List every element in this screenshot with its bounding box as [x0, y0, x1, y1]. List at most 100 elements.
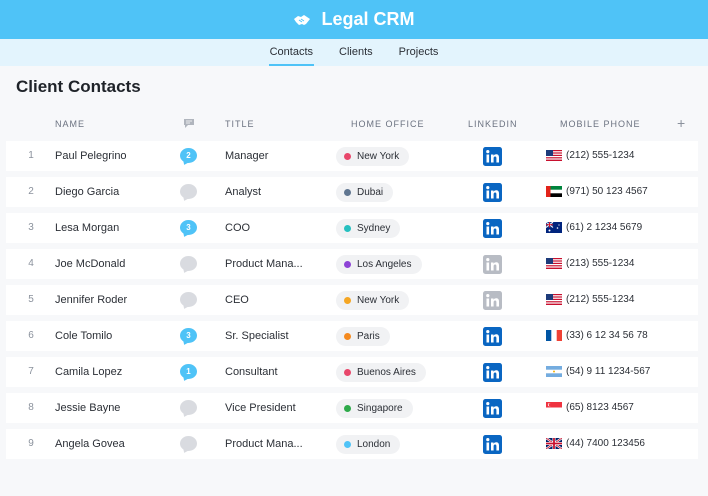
contact-title[interactable]: CEO: [225, 294, 249, 306]
phone-number: (971) 50 123 4567: [566, 186, 648, 197]
linkedin-icon[interactable]: [483, 435, 502, 454]
office-color-dot: [344, 441, 351, 448]
office-label: Los Angeles: [357, 259, 412, 270]
mobile-phone[interactable]: (54) 9 11 1234-567: [546, 366, 650, 377]
office-tag[interactable]: Singapore: [336, 399, 413, 418]
table-row[interactable]: 3 Lesa Morgan 3 COO Sydney (61) 2 1234 5679: [6, 213, 698, 243]
contact-title[interactable]: Product Mana...: [225, 438, 303, 450]
office-label: Singapore: [357, 403, 403, 414]
contact-name[interactable]: Angela Govea: [55, 438, 125, 450]
linkedin-icon[interactable]: [483, 183, 502, 202]
comments-badge[interactable]: 1: [180, 364, 197, 379]
office-color-dot: [344, 189, 351, 196]
comments-badge[interactable]: [180, 184, 197, 199]
office-tag[interactable]: Buenos Aires: [336, 363, 426, 382]
contact-title[interactable]: Vice President: [225, 402, 296, 414]
table-row[interactable]: 1 Paul Pelegrino 2 Manager New York (212) 555…: [6, 141, 698, 171]
phone-number: (33) 6 12 34 56 78: [566, 330, 648, 341]
comments-badge[interactable]: [180, 256, 197, 271]
table-row[interactable]: 9 Angela Govea Product Mana... London (44) 7…: [6, 429, 698, 459]
contact-name[interactable]: Jennifer Roder: [55, 294, 127, 306]
mobile-phone[interactable]: (33) 6 12 34 56 78: [546, 330, 648, 341]
phone-number: (44) 7400 123456: [566, 438, 645, 449]
linkedin-icon[interactable]: [483, 255, 502, 274]
office-tag[interactable]: Dubai: [336, 183, 394, 202]
column-header-title[interactable]: TITLE: [225, 119, 255, 129]
linkedin-icon[interactable]: [483, 147, 502, 166]
table-header: NAME TITLE HOME OFFICE LINKEDIN MOBILE P…: [0, 110, 708, 138]
tab-projects[interactable]: Projects: [398, 39, 440, 66]
office-tag[interactable]: New York: [336, 291, 410, 310]
contact-name[interactable]: Diego Garcia: [55, 186, 119, 198]
contact-title[interactable]: COO: [225, 222, 250, 234]
office-color-dot: [344, 369, 351, 376]
mobile-phone[interactable]: (213) 555-1234: [546, 258, 634, 269]
mobile-phone[interactable]: (44) 7400 123456: [546, 438, 645, 449]
tab-clients[interactable]: Clients: [338, 39, 374, 66]
brand[interactable]: Legal CRM: [293, 9, 415, 30]
table-row[interactable]: 4 Joe McDonald Product Mana... Los Angeles (…: [6, 249, 698, 279]
tab-contacts[interactable]: Contacts: [268, 39, 315, 66]
comment-icon[interactable]: [183, 118, 195, 129]
office-color-dot: [344, 333, 351, 340]
office-label: New York: [357, 151, 400, 162]
linkedin-icon[interactable]: [483, 219, 502, 238]
phone-number: (212) 555-1234: [566, 150, 635, 161]
office-tag[interactable]: Los Angeles: [336, 255, 422, 274]
table-row[interactable]: 8 Jessie Bayne Vice President Singapore (65)…: [6, 393, 698, 423]
contact-title[interactable]: Sr. Specialist: [225, 330, 289, 342]
office-tag[interactable]: New York: [336, 147, 410, 166]
add-column-button[interactable]: +: [677, 115, 685, 131]
table-row[interactable]: 5 Jennifer Roder CEO New York (212) 555-1234: [6, 285, 698, 315]
comments-badge[interactable]: [180, 292, 197, 307]
contact-name[interactable]: Joe McDonald: [55, 258, 125, 270]
row-number: 1: [28, 150, 34, 161]
mobile-phone[interactable]: (971) 50 123 4567: [546, 186, 648, 197]
phone-number: (212) 555-1234: [566, 294, 635, 305]
tab-bar: Contacts Clients Projects: [0, 39, 708, 66]
table-row[interactable]: 6 Cole Tomilo 3 Sr. Specialist Paris (33) 6 1…: [6, 321, 698, 351]
contact-name[interactable]: Jessie Bayne: [55, 402, 120, 414]
comment-bubble-icon: 3: [180, 328, 197, 343]
column-header-office[interactable]: HOME OFFICE: [351, 119, 425, 129]
office-tag[interactable]: London: [336, 435, 401, 454]
table-row[interactable]: 7 Camila Lopez 1 Consultant Buenos Aires (54)…: [6, 357, 698, 387]
office-color-dot: [344, 153, 351, 160]
comments-badge[interactable]: [180, 436, 197, 451]
office-tag[interactable]: Paris: [336, 327, 390, 346]
linkedin-icon[interactable]: [483, 363, 502, 382]
comment-bubble-icon: [180, 184, 197, 199]
us-flag-icon: [546, 294, 562, 305]
contact-title[interactable]: Consultant: [225, 366, 278, 378]
row-number: 5: [28, 294, 34, 305]
contact-name[interactable]: Lesa Morgan: [55, 222, 119, 234]
contact-name[interactable]: Cole Tomilo: [55, 330, 112, 342]
contact-name[interactable]: Camila Lopez: [55, 366, 122, 378]
table-row[interactable]: 2 Diego Garcia Analyst Dubai (971) 50 123 45…: [6, 177, 698, 207]
comments-badge[interactable]: 3: [180, 220, 197, 235]
column-header-phone[interactable]: MOBILE PHONE: [560, 119, 641, 129]
linkedin-icon[interactable]: [483, 327, 502, 346]
mobile-phone[interactable]: (212) 555-1234: [546, 150, 634, 161]
fr-flag-icon: [546, 330, 562, 341]
row-number: 9: [28, 438, 34, 449]
comments-badge[interactable]: 3: [180, 328, 197, 343]
comments-badge[interactable]: 2: [180, 148, 197, 163]
mobile-phone[interactable]: (65) 8123 4567: [546, 402, 634, 413]
linkedin-icon[interactable]: [483, 291, 502, 310]
contact-title[interactable]: Analyst: [225, 186, 261, 198]
contact-title[interactable]: Product Mana...: [225, 258, 303, 270]
comments-badge[interactable]: [180, 400, 197, 415]
linkedin-icon[interactable]: [483, 399, 502, 418]
comment-bubble-icon: 2: [180, 148, 197, 163]
ar-flag-icon: [546, 366, 562, 377]
contact-name[interactable]: Paul Pelegrino: [55, 150, 127, 162]
contact-title[interactable]: Manager: [225, 150, 268, 162]
column-header-linkedin[interactable]: LINKEDIN: [468, 119, 518, 129]
phone-number: (54) 9 11 1234-567: [566, 366, 651, 377]
mobile-phone[interactable]: (212) 555-1234: [546, 294, 634, 305]
mobile-phone[interactable]: (61) 2 1234 5679: [546, 222, 642, 233]
column-header-name[interactable]: NAME: [55, 119, 85, 129]
office-color-dot: [344, 405, 351, 412]
office-tag[interactable]: Sydney: [336, 219, 401, 238]
